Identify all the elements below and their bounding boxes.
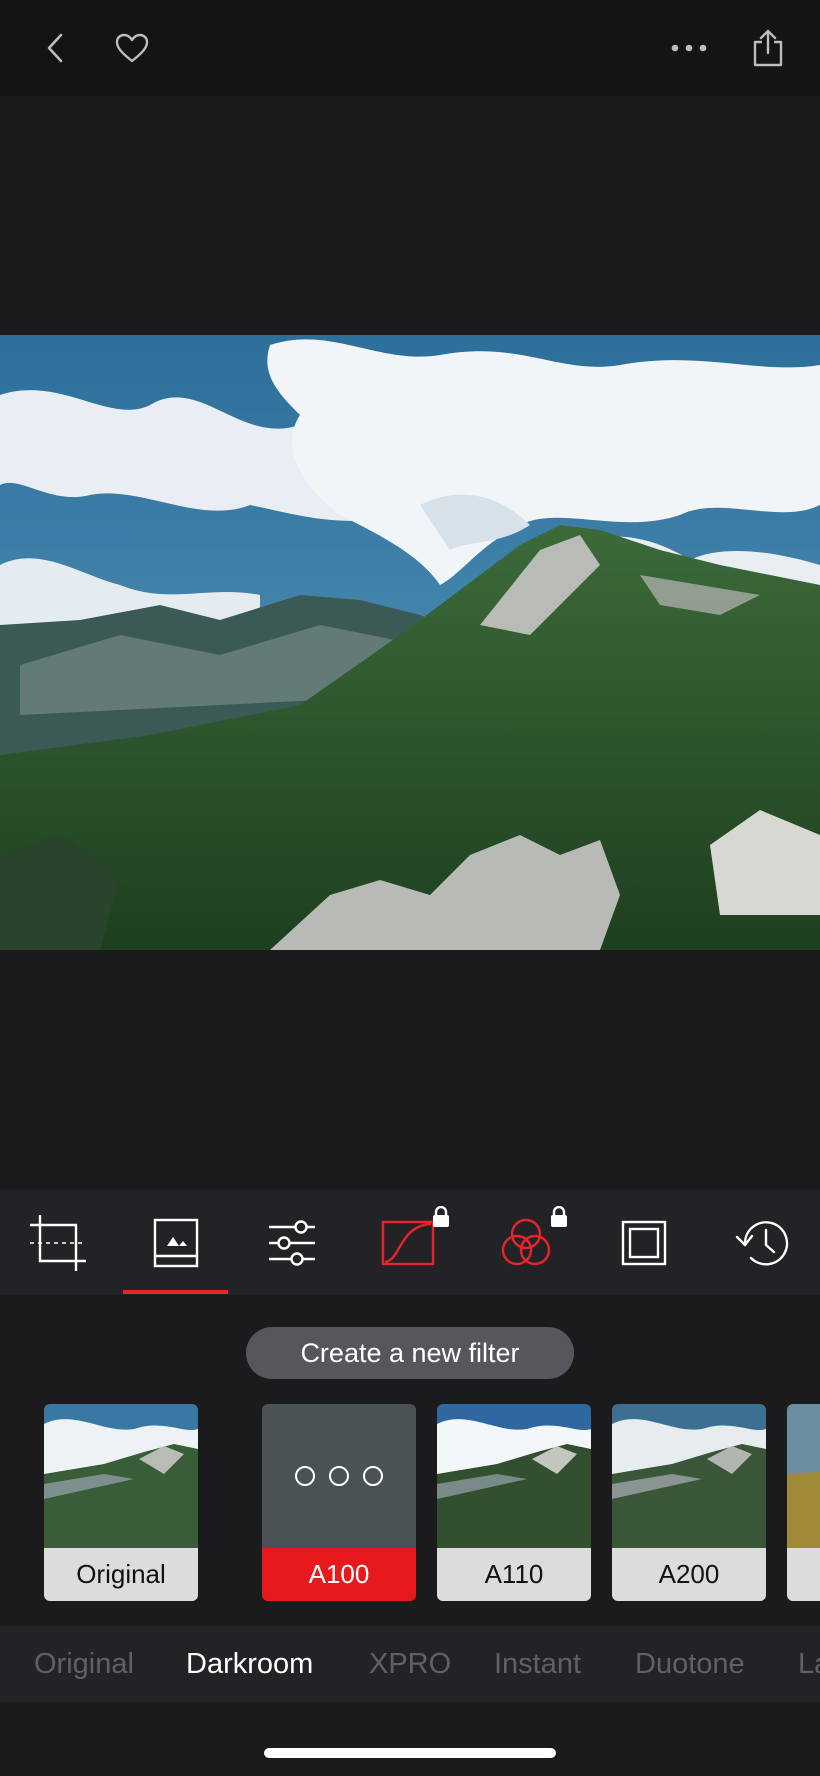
favorite-button[interactable] <box>108 24 156 72</box>
tool-history[interactable] <box>712 1190 812 1295</box>
filter-options-overlay[interactable] <box>262 1404 416 1548</box>
share-button[interactable] <box>744 24 792 72</box>
option-dot-icon <box>329 1466 349 1486</box>
photo-editor-screen: Create a new filter Original A100 A110 A… <box>0 0 820 1776</box>
ellipsis-icon <box>671 44 707 52</box>
history-icon <box>735 1220 789 1265</box>
back-button[interactable] <box>32 24 80 72</box>
filter-preview <box>44 1404 198 1548</box>
filter-thumb-a200[interactable]: A200 <box>612 1404 766 1601</box>
filter-preview <box>787 1404 820 1548</box>
create-filter-label: Create a new filter <box>300 1337 520 1368</box>
category-tab-duotone[interactable]: Duotone <box>635 1626 745 1702</box>
option-dot-icon <box>295 1466 315 1486</box>
filter-strip: Original A100 A110 A200 <box>0 1404 820 1602</box>
filter-label: Original <box>44 1548 198 1601</box>
tool-adjust[interactable] <box>242 1190 342 1295</box>
frame-icon <box>621 1220 667 1265</box>
filter-label: A110 <box>437 1548 591 1601</box>
filter-thumb-original[interactable]: Original <box>44 1404 198 1601</box>
filter-preview <box>437 1404 591 1548</box>
tool-frame[interactable] <box>594 1190 694 1295</box>
edit-tools-bar <box>0 1190 820 1295</box>
category-tab-instant[interactable]: Instant <box>494 1626 581 1702</box>
option-dot-icon <box>363 1466 383 1486</box>
filter-label <box>787 1548 820 1601</box>
lock-icon <box>433 1206 449 1227</box>
filters-icon <box>153 1218 199 1267</box>
tool-curves[interactable] <box>358 1190 458 1295</box>
filter-thumb-a110[interactable]: A110 <box>437 1404 591 1601</box>
category-tab-xpro[interactable]: XPRO <box>369 1626 451 1702</box>
lock-icon <box>551 1206 567 1227</box>
mountain-photo <box>0 335 820 950</box>
category-tab-darkroom[interactable]: Darkroom <box>186 1626 313 1702</box>
category-tab-original[interactable]: Original <box>34 1626 134 1702</box>
tool-filters[interactable] <box>126 1190 226 1295</box>
share-icon <box>753 29 783 67</box>
filter-label: A100 <box>262 1548 416 1601</box>
filter-thumb-next[interactable] <box>787 1404 820 1601</box>
filter-label: A200 <box>612 1548 766 1601</box>
curves-icon <box>381 1220 435 1265</box>
top-bar <box>0 0 820 96</box>
more-options-button[interactable] <box>665 24 713 72</box>
heart-icon <box>115 33 149 63</box>
filter-thumb-a100[interactable]: A100 <box>262 1404 416 1601</box>
tool-crop[interactable] <box>8 1190 108 1295</box>
crop-icon <box>30 1214 86 1271</box>
tool-color[interactable] <box>476 1190 576 1295</box>
filter-preview <box>612 1404 766 1548</box>
create-filter-button[interactable]: Create a new filter <box>246 1327 574 1379</box>
filter-category-tabs: Original Darkroom XPRO Instant Duotone L… <box>0 1626 820 1702</box>
photo-canvas[interactable] <box>0 335 820 950</box>
home-indicator <box>264 1748 556 1758</box>
color-circles-icon <box>501 1218 551 1265</box>
active-tool-indicator <box>123 1290 228 1294</box>
category-tab-more[interactable]: La <box>798 1626 820 1702</box>
adjust-sliders-icon <box>269 1219 315 1266</box>
chevron-left-icon <box>47 33 63 63</box>
